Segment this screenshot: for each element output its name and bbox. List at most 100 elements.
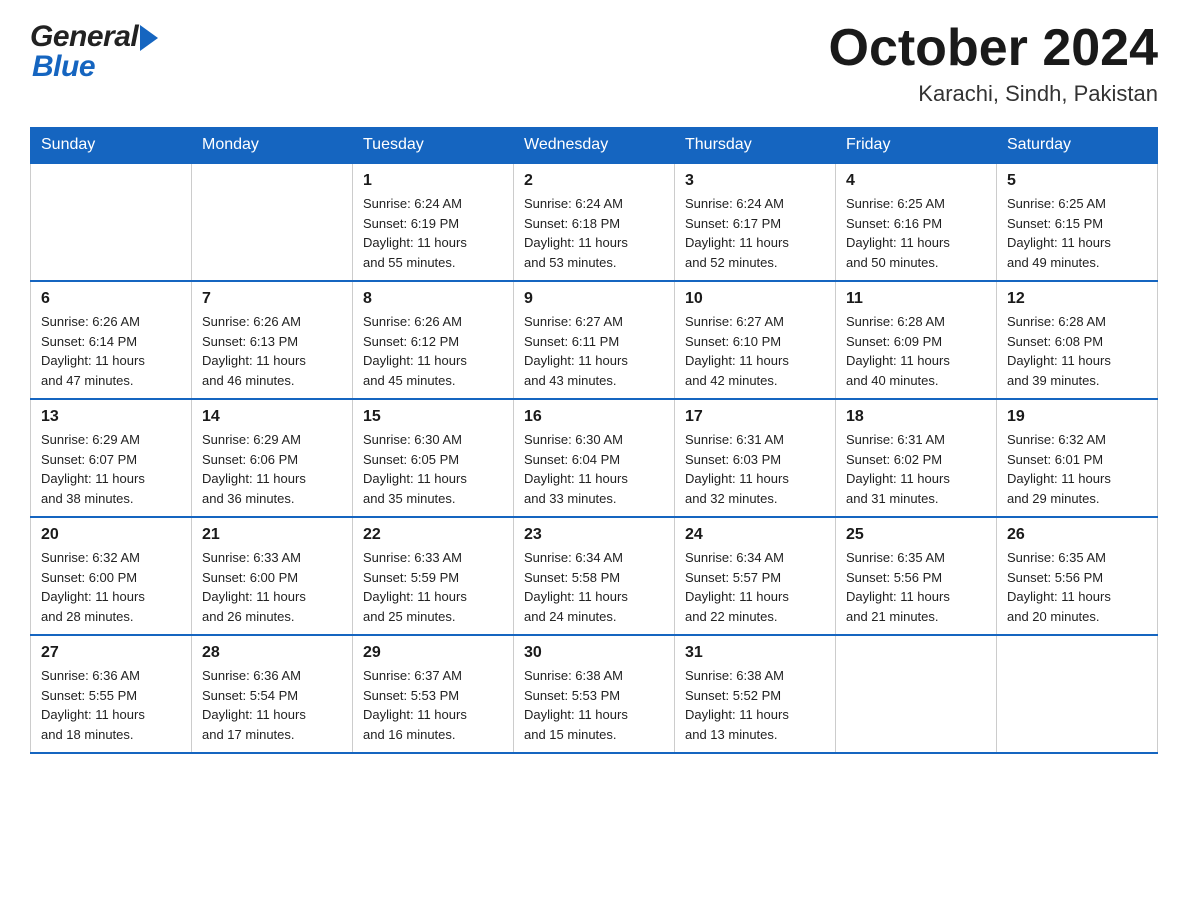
cell-day-number: 12 bbox=[1007, 290, 1147, 308]
calendar-week-row: 20Sunrise: 6:32 AM Sunset: 6:00 PM Dayli… bbox=[31, 517, 1158, 635]
cell-day-number: 27 bbox=[41, 644, 181, 662]
day-header-tuesday: Tuesday bbox=[353, 128, 514, 164]
calendar-cell bbox=[997, 635, 1158, 753]
calendar-cell bbox=[31, 163, 192, 281]
day-header-wednesday: Wednesday bbox=[514, 128, 675, 164]
cell-day-number: 24 bbox=[685, 526, 825, 544]
title-section: October 2024 Karachi, Sindh, Pakistan bbox=[829, 20, 1159, 107]
cell-info: Sunrise: 6:28 AM Sunset: 6:08 PM Dayligh… bbox=[1007, 312, 1147, 390]
calendar-cell: 13 Sunrise: 6:29 AM Sunset: 6:07 PM Dayli… bbox=[31, 399, 192, 517]
calendar-cell: 8 Sunrise: 6:26 AM Sunset: 6:12 PM Daylig… bbox=[353, 281, 514, 399]
cell-info: Sunrise: 6:26 AM Sunset: 6:12 PM Dayligh… bbox=[363, 312, 503, 390]
cell-day-number: 18 bbox=[846, 408, 986, 426]
cell-day-number: 4 bbox=[846, 172, 986, 190]
cell-day-number: 22 bbox=[363, 526, 503, 544]
calendar-cell: 15 Sunrise: 6:30 AM Sunset: 6:05 PM Dayli… bbox=[353, 399, 514, 517]
calendar-subtitle: Karachi, Sindh, Pakistan bbox=[829, 81, 1159, 107]
page-header: General Blue October 2024 Karachi, Sindh… bbox=[30, 20, 1158, 107]
day-header-friday: Friday bbox=[836, 128, 997, 164]
calendar-cell: 10 Sunrise: 6:27 AM Sunset: 6:10 PM Dayli… bbox=[675, 281, 836, 399]
cell-info: Sunrise: 6:36 AM Sunset: 5:54 PM Dayligh… bbox=[202, 666, 342, 744]
cell-day-number: 8 bbox=[363, 290, 503, 308]
cell-day-number: 10 bbox=[685, 290, 825, 308]
cell-info: Sunrise: 6:24 AM Sunset: 6:19 PM Dayligh… bbox=[363, 194, 503, 272]
calendar-week-row: 6Sunrise: 6:26 AM Sunset: 6:14 PM Daylig… bbox=[31, 281, 1158, 399]
logo-general-text: General bbox=[30, 20, 138, 54]
cell-day-number: 11 bbox=[846, 290, 986, 308]
cell-day-number: 29 bbox=[363, 644, 503, 662]
calendar-cell: 31 Sunrise: 6:38 AM Sunset: 5:52 PM Dayli… bbox=[675, 635, 836, 753]
calendar-cell: 19Sunrise: 6:32 AM Sunset: 6:01 PM Dayli… bbox=[997, 399, 1158, 517]
cell-info: Sunrise: 6:33 AM Sunset: 6:00 PM Dayligh… bbox=[202, 548, 342, 626]
calendar-week-row: 13 Sunrise: 6:29 AM Sunset: 6:07 PM Dayli… bbox=[31, 399, 1158, 517]
cell-day-number: 9 bbox=[524, 290, 664, 308]
calendar-cell: 9Sunrise: 6:27 AM Sunset: 6:11 PM Daylig… bbox=[514, 281, 675, 399]
logo-blue-text: Blue bbox=[32, 50, 95, 84]
cell-day-number: 31 bbox=[685, 644, 825, 662]
cell-day-number: 5 bbox=[1007, 172, 1147, 190]
calendar-cell: 26Sunrise: 6:35 AM Sunset: 5:56 PM Dayli… bbox=[997, 517, 1158, 635]
logo: General Blue bbox=[30, 20, 158, 84]
cell-day-number: 19 bbox=[1007, 408, 1147, 426]
cell-day-number: 23 bbox=[524, 526, 664, 544]
cell-day-number: 28 bbox=[202, 644, 342, 662]
calendar-week-row: 27 Sunrise: 6:36 AM Sunset: 5:55 PM Dayli… bbox=[31, 635, 1158, 753]
calendar-cell: 20Sunrise: 6:32 AM Sunset: 6:00 PM Dayli… bbox=[31, 517, 192, 635]
day-header-saturday: Saturday bbox=[997, 128, 1158, 164]
cell-info: Sunrise: 6:34 AM Sunset: 5:57 PM Dayligh… bbox=[685, 548, 825, 626]
calendar-table: SundayMondayTuesdayWednesdayThursdayFrid… bbox=[30, 127, 1158, 754]
cell-day-number: 17 bbox=[685, 408, 825, 426]
cell-info: Sunrise: 6:37 AM Sunset: 5:53 PM Dayligh… bbox=[363, 666, 503, 744]
calendar-cell: 3Sunrise: 6:24 AM Sunset: 6:17 PM Daylig… bbox=[675, 163, 836, 281]
calendar-cell: 22Sunrise: 6:33 AM Sunset: 5:59 PM Dayli… bbox=[353, 517, 514, 635]
cell-info: Sunrise: 6:30 AM Sunset: 6:05 PM Dayligh… bbox=[363, 430, 503, 508]
calendar-cell: 21 Sunrise: 6:33 AM Sunset: 6:00 PM Dayli… bbox=[192, 517, 353, 635]
cell-info: Sunrise: 6:27 AM Sunset: 6:10 PM Dayligh… bbox=[685, 312, 825, 390]
calendar-cell: 2Sunrise: 6:24 AM Sunset: 6:18 PM Daylig… bbox=[514, 163, 675, 281]
calendar-cell: 7Sunrise: 6:26 AM Sunset: 6:13 PM Daylig… bbox=[192, 281, 353, 399]
calendar-cell: 30Sunrise: 6:38 AM Sunset: 5:53 PM Dayli… bbox=[514, 635, 675, 753]
cell-day-number: 16 bbox=[524, 408, 664, 426]
calendar-cell: 12 Sunrise: 6:28 AM Sunset: 6:08 PM Dayli… bbox=[997, 281, 1158, 399]
calendar-cell: 27 Sunrise: 6:36 AM Sunset: 5:55 PM Dayli… bbox=[31, 635, 192, 753]
calendar-cell: 4Sunrise: 6:25 AM Sunset: 6:16 PM Daylig… bbox=[836, 163, 997, 281]
cell-info: Sunrise: 6:35 AM Sunset: 5:56 PM Dayligh… bbox=[1007, 548, 1147, 626]
cell-day-number: 1 bbox=[363, 172, 503, 190]
cell-day-number: 14 bbox=[202, 408, 342, 426]
calendar-cell: 11 Sunrise: 6:28 AM Sunset: 6:09 PM Dayli… bbox=[836, 281, 997, 399]
cell-day-number: 30 bbox=[524, 644, 664, 662]
cell-info: Sunrise: 6:26 AM Sunset: 6:13 PM Dayligh… bbox=[202, 312, 342, 390]
day-header-thursday: Thursday bbox=[675, 128, 836, 164]
calendar-cell: 23Sunrise: 6:34 AM Sunset: 5:58 PM Dayli… bbox=[514, 517, 675, 635]
cell-info: Sunrise: 6:31 AM Sunset: 6:03 PM Dayligh… bbox=[685, 430, 825, 508]
cell-info: Sunrise: 6:29 AM Sunset: 6:06 PM Dayligh… bbox=[202, 430, 342, 508]
cell-info: Sunrise: 6:28 AM Sunset: 6:09 PM Dayligh… bbox=[846, 312, 986, 390]
cell-info: Sunrise: 6:31 AM Sunset: 6:02 PM Dayligh… bbox=[846, 430, 986, 508]
cell-day-number: 3 bbox=[685, 172, 825, 190]
calendar-cell bbox=[192, 163, 353, 281]
day-header-monday: Monday bbox=[192, 128, 353, 164]
cell-info: Sunrise: 6:38 AM Sunset: 5:52 PM Dayligh… bbox=[685, 666, 825, 744]
cell-info: Sunrise: 6:30 AM Sunset: 6:04 PM Dayligh… bbox=[524, 430, 664, 508]
cell-day-number: 15 bbox=[363, 408, 503, 426]
logo-arrow-icon bbox=[140, 25, 158, 51]
day-header-sunday: Sunday bbox=[31, 128, 192, 164]
calendar-cell bbox=[836, 635, 997, 753]
cell-info: Sunrise: 6:36 AM Sunset: 5:55 PM Dayligh… bbox=[41, 666, 181, 744]
cell-day-number: 21 bbox=[202, 526, 342, 544]
calendar-cell: 28 Sunrise: 6:36 AM Sunset: 5:54 PM Dayli… bbox=[192, 635, 353, 753]
cell-day-number: 25 bbox=[846, 526, 986, 544]
cell-info: Sunrise: 6:29 AM Sunset: 6:07 PM Dayligh… bbox=[41, 430, 181, 508]
calendar-cell: 1 Sunrise: 6:24 AM Sunset: 6:19 PM Daylig… bbox=[353, 163, 514, 281]
calendar-cell: 16 Sunrise: 6:30 AM Sunset: 6:04 PM Dayli… bbox=[514, 399, 675, 517]
calendar-cell: 24 Sunrise: 6:34 AM Sunset: 5:57 PM Dayli… bbox=[675, 517, 836, 635]
calendar-header-row: SundayMondayTuesdayWednesdayThursdayFrid… bbox=[31, 128, 1158, 164]
calendar-cell: 18 Sunrise: 6:31 AM Sunset: 6:02 PM Dayli… bbox=[836, 399, 997, 517]
cell-day-number: 13 bbox=[41, 408, 181, 426]
calendar-week-row: 1 Sunrise: 6:24 AM Sunset: 6:19 PM Daylig… bbox=[31, 163, 1158, 281]
cell-day-number: 2 bbox=[524, 172, 664, 190]
calendar-title: October 2024 bbox=[829, 20, 1159, 77]
cell-info: Sunrise: 6:26 AM Sunset: 6:14 PM Dayligh… bbox=[41, 312, 181, 390]
cell-info: Sunrise: 6:25 AM Sunset: 6:15 PM Dayligh… bbox=[1007, 194, 1147, 272]
calendar-cell: 17 Sunrise: 6:31 AM Sunset: 6:03 PM Dayli… bbox=[675, 399, 836, 517]
